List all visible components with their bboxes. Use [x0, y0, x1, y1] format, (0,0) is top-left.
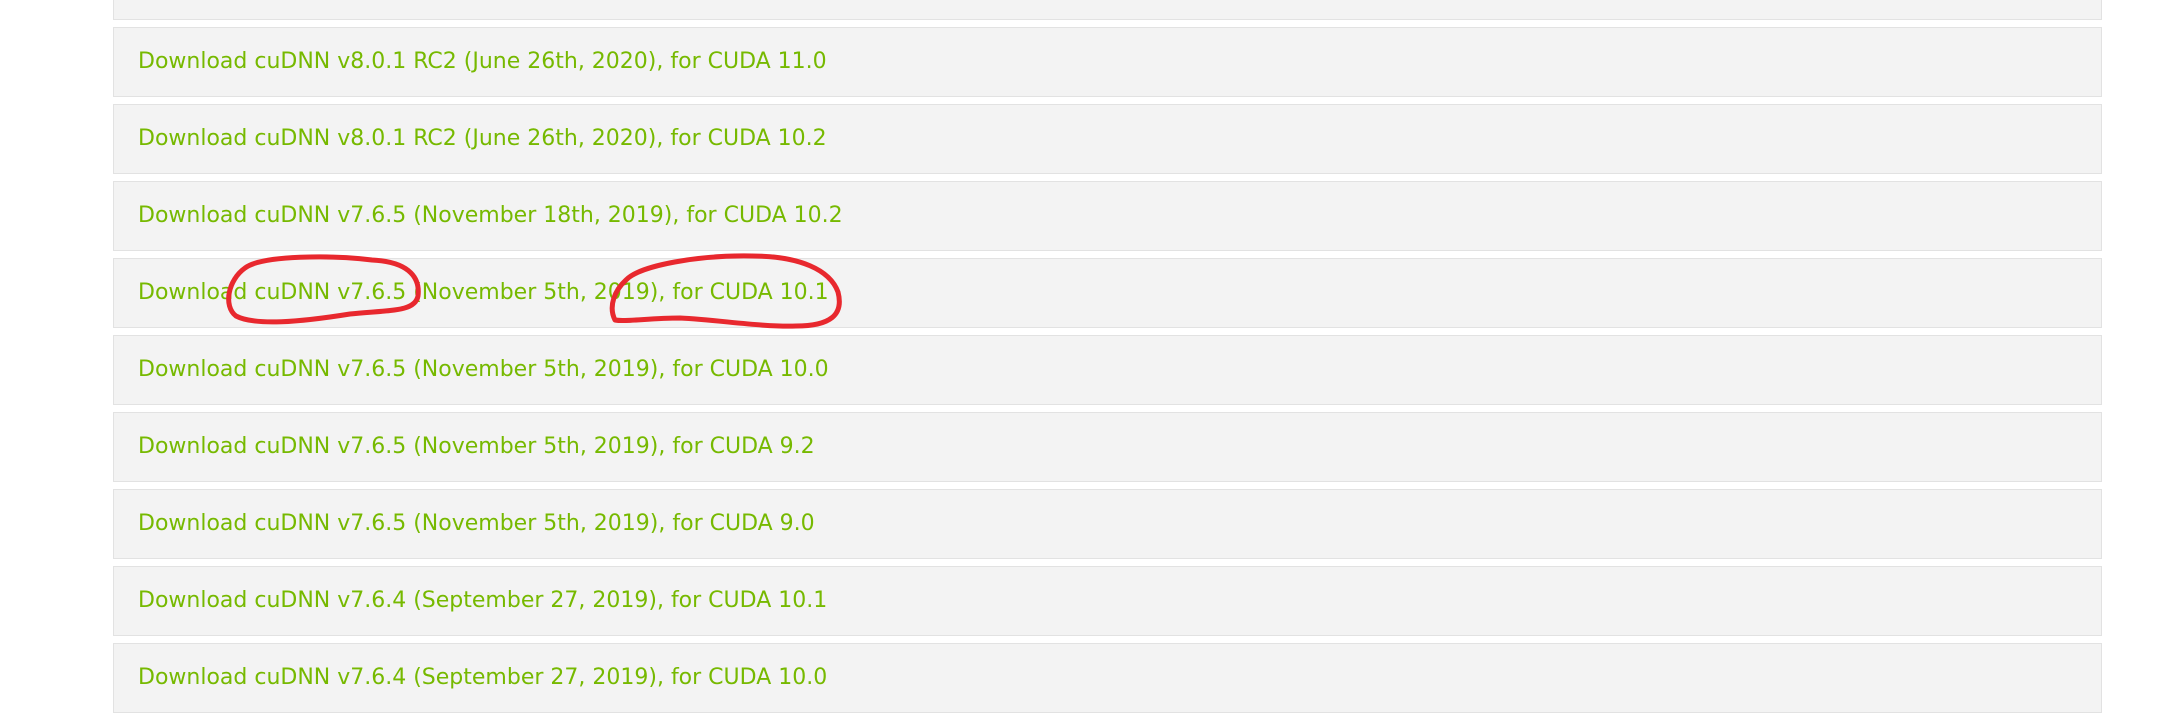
download-row-cudnn-801-cuda-102[interactable]: Download cuDNN v8.0.1 RC2 (June 26th, 20… — [113, 104, 2102, 174]
download-row-cudnn-764-cuda-101[interactable]: Download cuDNN v7.6.4 (September 27, 201… — [113, 566, 2102, 636]
download-link[interactable]: Download cuDNN v7.6.5 (November 5th, 201… — [138, 259, 829, 327]
download-row-cudnn-765-cuda-92[interactable]: Download cuDNN v7.6.5 (November 5th, 201… — [113, 412, 2102, 482]
download-link[interactable]: Download cuDNN v7.6.5 (November 18th, 20… — [138, 182, 843, 250]
download-link[interactable]: Download cuDNN v8.0.1 RC2 (June 26th, 20… — [138, 28, 827, 96]
download-link[interactable]: Download cuDNN v7.6.5 (November 5th, 201… — [138, 413, 815, 481]
download-link[interactable]: Download cuDNN v7.6.5 (November 5th, 201… — [138, 490, 815, 558]
download-row-partial[interactable] — [113, 0, 2102, 20]
download-row-cudnn-765-cuda-90[interactable]: Download cuDNN v7.6.5 (November 5th, 201… — [113, 489, 2102, 559]
download-row-cudnn-764-cuda-100[interactable]: Download cuDNN v7.6.4 (September 27, 201… — [113, 643, 2102, 713]
cudnn-download-list: Download cuDNN v8.0.1 RC2 (June 26th, 20… — [0, 0, 2158, 713]
download-row-cudnn-765-cuda-102[interactable]: Download cuDNN v7.6.5 (November 18th, 20… — [113, 181, 2102, 251]
download-link[interactable]: Download cuDNN v7.6.4 (September 27, 201… — [138, 567, 827, 635]
download-row-cudnn-801-cuda-110[interactable]: Download cuDNN v8.0.1 RC2 (June 26th, 20… — [113, 27, 2102, 97]
download-link[interactable]: Download cuDNN v7.6.5 (November 5th, 201… — [138, 336, 829, 404]
download-link[interactable]: Download cuDNN v8.0.1 RC2 (June 26th, 20… — [138, 105, 827, 173]
download-row-cudnn-765-cuda-101[interactable]: Download cuDNN v7.6.5 (November 5th, 201… — [113, 258, 2102, 328]
download-row-cudnn-765-cuda-100[interactable]: Download cuDNN v7.6.5 (November 5th, 201… — [113, 335, 2102, 405]
download-link[interactable]: Download cuDNN v7.6.4 (September 27, 201… — [138, 644, 827, 712]
